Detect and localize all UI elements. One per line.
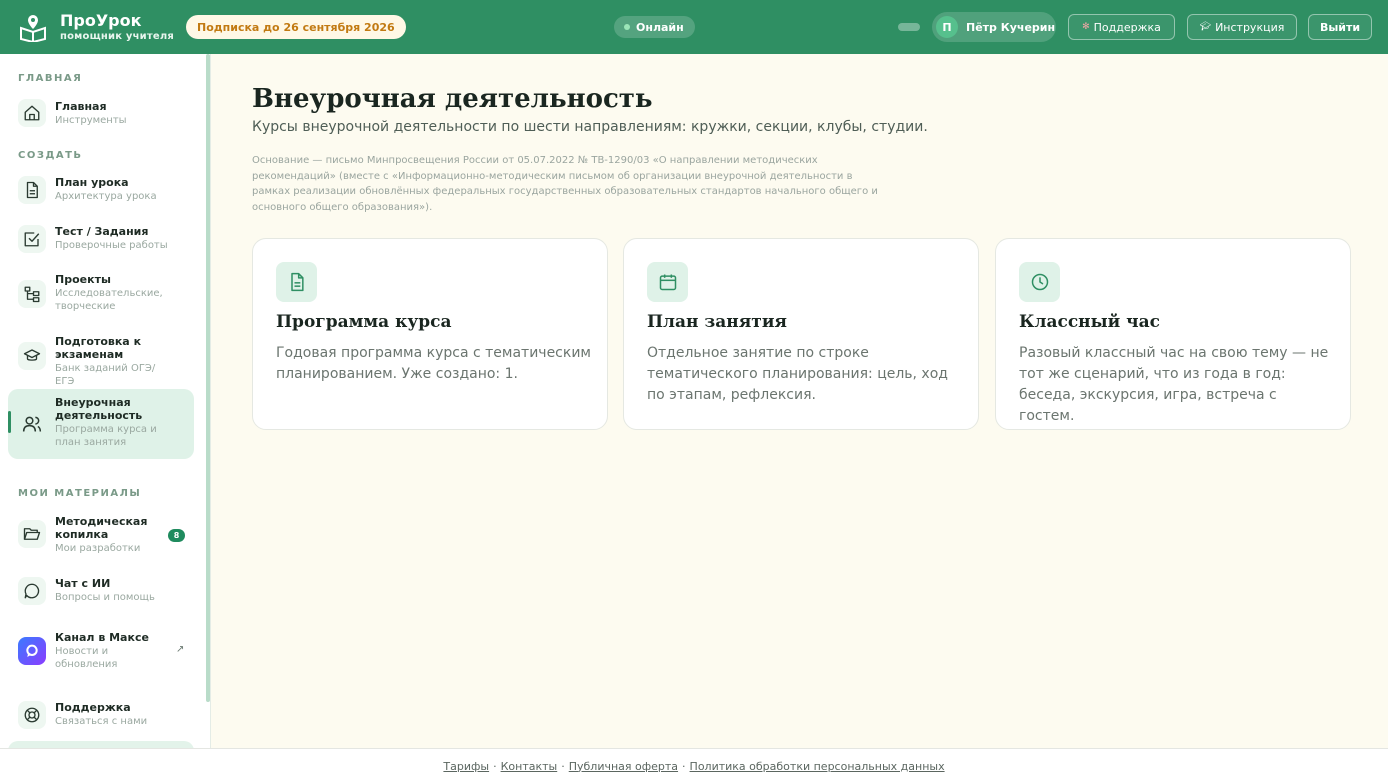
card-title: Классный час <box>1019 312 1160 332</box>
status-dot-icon <box>624 24 630 30</box>
checkbox-icon <box>18 225 46 253</box>
logo[interactable]: ПроУрок помощник учителя <box>18 12 174 42</box>
user-menu[interactable]: П Пётр Кучерин <box>932 12 1056 42</box>
avatar: П <box>936 16 958 38</box>
card-description: Отдельное занятие по строке тематическог… <box>647 345 948 403</box>
legal-basis-note: Основание — письмо Минпросвещения России… <box>252 155 878 213</box>
sidebar-item-sublabel: Мои разработки <box>55 543 141 554</box>
sidebar-item-label: Тест / Задания <box>55 225 149 238</box>
graduation-cap-icon: 🎓︎ <box>1199 22 1212 32</box>
sidebar-item-tests[interactable]: Тест / Задания Проверочные работы <box>8 217 194 259</box>
sidebar: ГЛАВНАЯ Главная Инструменты СОЗДАТЬ План… <box>0 54 211 748</box>
support-button-label: Поддержка <box>1093 20 1161 34</box>
guide-button-label: Инструкция <box>1215 20 1285 34</box>
logout-button[interactable]: Выйти <box>1308 14 1372 40</box>
sidebar-item-sublabel: Вопросы и помощь <box>55 592 155 603</box>
folder-icon <box>18 520 46 548</box>
subscription-badge[interactable]: Подписка до 26 сентября 2026 <box>185 15 406 39</box>
sidebar-item-home[interactable]: Главная Инструменты <box>8 92 194 134</box>
clock-icon <box>1019 262 1060 302</box>
logo-subtitle: помощник учителя <box>60 30 174 42</box>
sidebar-item-label: Чат с ИИ <box>55 577 111 590</box>
calendar-icon <box>647 262 688 302</box>
chat-icon <box>18 577 46 605</box>
card-course-program[interactable]: Программа курса Годовая программа курса … <box>252 238 608 430</box>
section-materials-heading: МОИ МАТЕРИАЛЫ <box>18 488 142 499</box>
footer-link-pricing[interactable]: Тарифы <box>443 760 489 773</box>
card-title: План занятия <box>647 312 787 332</box>
support-button[interactable]: ✻ Поддержка <box>1068 14 1175 40</box>
sidebar-item-support[interactable]: Поддержка Связаться с нами <box>8 694 194 736</box>
lifebuoy-icon <box>18 701 46 729</box>
card-description: Разовый классный час на свою тему — не т… <box>1019 345 1329 424</box>
sidebar-item-label: Методическая копилка <box>55 515 148 541</box>
sidebar-item-projects[interactable]: Проекты Исследовательские, творческие <box>8 266 194 320</box>
sidebar-item-extracurricular[interactable]: Внеурочная деятельность Программа курса … <box>8 389 194 459</box>
logo-title: ПроУрок <box>60 10 142 30</box>
sidebar-item-sublabel: Программа курса и план занятия <box>55 424 157 448</box>
sidebar-item-lesson-plan[interactable]: План урока Архитектура урока <box>8 169 194 211</box>
tree-icon <box>18 280 46 308</box>
footer-link-privacy[interactable]: Политика обработки персональных данных <box>690 760 945 773</box>
sidebar-item-library[interactable]: Методическая копилка Мои разработки 8 <box>8 508 194 562</box>
document-icon <box>276 262 317 302</box>
card-lesson-plan[interactable]: План занятия Отдельное занятие по строке… <box>623 238 979 430</box>
footer-separator: · <box>682 759 686 773</box>
sidebar-item-label: Внеурочная деятельность <box>55 396 143 422</box>
page-subtitle: Курсы внеурочной деятельности по шести н… <box>252 119 928 135</box>
footer-separator: · <box>561 759 565 773</box>
graduation-cap-icon <box>18 342 46 370</box>
sidebar-item-sublabel: Инструменты <box>55 115 127 126</box>
section-create-heading: СОЗДАТЬ <box>18 150 83 161</box>
card-title: Программа курса <box>276 312 452 332</box>
user-name: Пётр Кучерин <box>966 20 1056 34</box>
top-header: ПроУрок помощник учителя Подписка до 26 … <box>0 0 1388 54</box>
sidebar-item-sublabel: Новости и обновления <box>55 646 118 670</box>
sidebar-item-sublabel: Проверочные работы <box>55 240 168 251</box>
guide-button[interactable]: 🎓︎ Инструкция <box>1187 14 1297 40</box>
sidebar-item-label: Главная <box>55 100 107 113</box>
card-description: Годовая программа курса с тематическим п… <box>276 345 591 382</box>
sidebar-item-exams[interactable]: Подготовка к экзаменам Банк заданий ОГЭ/… <box>8 328 194 387</box>
external-link-icon: ↗ <box>176 644 185 655</box>
online-status-label: Онлайн <box>636 20 684 34</box>
sidebar-item-sublabel: Связаться с нами <box>55 716 148 727</box>
sidebar-item-label: Подготовка к экзаменам <box>55 335 142 361</box>
theme-toggle[interactable] <box>898 23 920 31</box>
sidebar-item-label: План урока <box>55 176 129 189</box>
section-main-heading: ГЛАВНАЯ <box>18 73 83 84</box>
online-status: Онлайн <box>614 16 695 38</box>
users-icon <box>18 410 46 438</box>
sidebar-item-label: Проекты <box>55 273 111 286</box>
sidebar-item-max-channel[interactable]: Канал в Максе Новости и обновления ↗ <box>8 624 194 678</box>
max-logo-icon <box>18 637 46 665</box>
sidebar-scrollbar[interactable] <box>206 54 210 702</box>
sidebar-item-label: Поддержка <box>55 701 131 714</box>
page-title: Внеурочная деятельность <box>252 84 653 114</box>
home-icon <box>18 99 46 127</box>
card-class-hour[interactable]: Классный час Разовый классный час на сво… <box>995 238 1351 430</box>
book-logo-icon <box>18 12 48 42</box>
sidebar-item-ai-chat[interactable]: Чат с ИИ Вопросы и помощь <box>8 570 194 612</box>
footer-link-contacts[interactable]: Контакты <box>501 760 558 773</box>
footer-link-offer[interactable]: Публичная оферта <box>569 760 678 773</box>
sidebar-item-sublabel: Исследовательские, творческие <box>55 288 163 312</box>
sidebar-item-sublabel: Архитектура урока <box>55 191 157 202</box>
document-icon <box>18 176 46 204</box>
sidebar-item-sublabel: Банк заданий ОГЭ/ЕГЭ <box>55 363 156 387</box>
sidebar-item-label: Канал в Максе <box>55 631 149 644</box>
count-badge: 8 <box>168 529 185 542</box>
footer: Тарифы · Контакты · Публичная оферта · П… <box>0 748 1388 783</box>
sidebar-bottom-panel <box>8 741 194 748</box>
lifebuoy-icon: ✻ <box>1082 22 1090 32</box>
footer-separator: · <box>493 759 497 773</box>
